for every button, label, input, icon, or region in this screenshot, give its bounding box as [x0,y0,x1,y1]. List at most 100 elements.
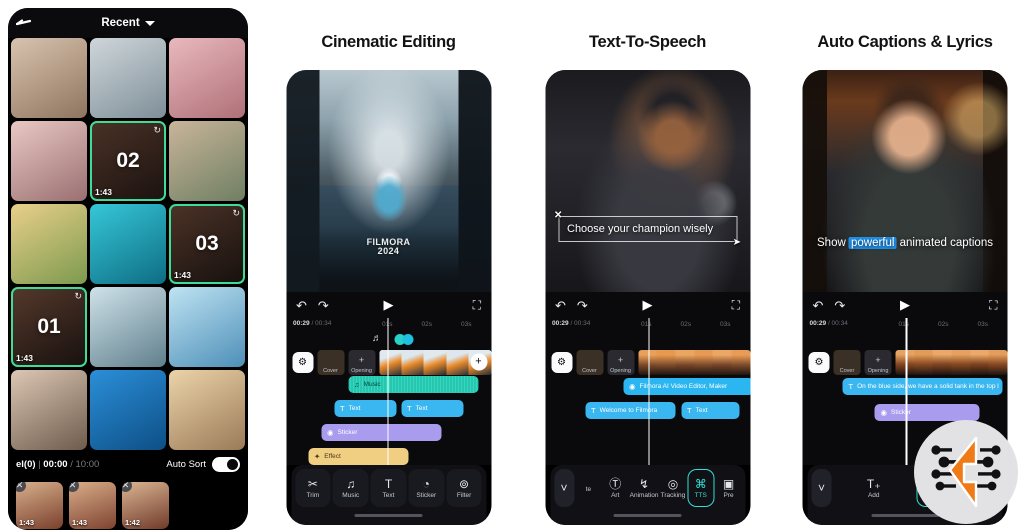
cinematic-timeline[interactable]: 00:29 / 00:34 01s02s03s04s ♬ ⚙ Cover + [286,318,491,465]
toolbar-item-cut[interactable]: te [576,469,601,507]
fullscreen-icon[interactable]: ⛶ [732,298,740,313]
gallery-item[interactable] [169,370,245,450]
toolbar-item-animation[interactable]: ↯ Animation [630,469,659,507]
redo-icon[interactable]: ↷ [318,299,329,312]
back-arrow-icon[interactable] [16,19,32,27]
video-filmstrip[interactable] [638,349,750,375]
ai-chip-logo-badge[interactable] [914,420,1018,524]
gallery-item[interactable] [11,121,87,201]
fullscreen-icon[interactable]: ⛶ [989,298,997,313]
auto-sort-label: Auto Sort [166,459,206,470]
gallery-item[interactable] [11,38,87,118]
gallery-current-duration: 00:00 [43,459,68,470]
gallery-item[interactable] [90,287,166,367]
opening-clip[interactable]: + Opening [607,349,634,375]
tts-phone: ✕ Choose your champion wisely ➤ ↶ ↷ ▶ ⛶ … [545,70,750,525]
ruler-tick: 01s [898,321,909,328]
timeline-clip-sticker[interactable]: ◉ Sticker [874,404,980,421]
redo-icon[interactable]: ↷ [577,299,588,312]
gallery-item[interactable] [90,38,166,118]
timeline-clip-tts[interactable]: ◉ Filmora AI Video Editor, Maker [623,378,750,395]
toolbar-item-tracking[interactable]: ◎ Tracking [661,469,686,507]
video-filmstrip[interactable] [895,349,1008,375]
toolbar-item-tts[interactable]: ⌘ TTS [687,469,715,507]
add-media-icon[interactable]: ⚙ [551,351,572,373]
gallery-grid: ↻ 02 1:43 ↻ 03 1:43 ↻ 01 1:43 [8,38,248,450]
toolbar-item-sticker[interactable]: ◔ Sticker [408,469,445,507]
redo-icon[interactable]: ↷ [834,299,845,312]
close-icon[interactable]: ✕ [16,482,26,492]
add-media-icon[interactable]: ⚙ [808,351,830,373]
close-icon[interactable]: ✕ [122,482,132,492]
clip-label: Sticker [337,429,358,436]
add-media-icon[interactable]: ⚙ [292,351,313,373]
opening-clip[interactable]: + Opening [864,349,892,375]
tts-timeline[interactable]: 00:29 / 00:34 01s02s03s04s ⚙ Cover + Ope… [545,318,750,465]
gallery-item-duration: 1:43 [16,353,34,363]
cover-clip[interactable]: Cover [833,349,861,375]
opening-clip[interactable]: + Opening [348,349,375,375]
undo-icon[interactable]: ↶ [555,299,566,312]
filmora-watermark: FILMORA 2024 [367,237,411,257]
gallery-item[interactable] [11,204,87,284]
selected-clip-thumb[interactable]: ✕ 1:43 [16,482,63,529]
auto-sort-toggle[interactable] [212,457,240,472]
preset-icon: ▣ [722,476,735,491]
play-icon[interactable]: ▶ [900,297,910,313]
toolbar-item-music[interactable]: ♫ Music [332,469,369,507]
auto-sort-control[interactable]: Auto Sort [166,457,240,472]
timeline-clip-music[interactable]: ♫Music [348,376,478,393]
close-icon[interactable]: ✕ [69,482,79,492]
close-icon[interactable]: ✕ [554,210,562,221]
home-indicator [550,511,745,525]
tts-preview[interactable]: ✕ Choose your champion wisely ➤ [545,70,750,292]
timeline-clip-text[interactable]: T On the blue side, we have a solid tank … [842,378,1003,395]
gallery-item[interactable]: ↻ 03 1:43 [169,204,245,284]
gallery-source-dropdown[interactable]: Recent [101,17,155,29]
timeline-clip-effect[interactable]: ✦ Effect [308,448,408,465]
cinematic-preview[interactable]: FILMORA 2024 [286,70,491,292]
undo-icon[interactable]: ↶ [813,299,824,312]
clip-label: Filmora AI Video Editor, Maker [639,383,728,390]
resize-handle-icon[interactable]: ➤ [733,237,741,248]
toolbar-item-trim[interactable]: ✂ Trim [295,469,331,507]
text-overlay-content: Choose your champion wisely [567,223,714,235]
gallery-item[interactable] [11,370,87,450]
timeline-clip-text[interactable]: T Text [401,400,463,417]
video-filmstrip[interactable]: + [379,349,491,375]
gallery-item[interactable]: ↻ 01 1:43 [11,287,87,367]
sparkle-icon: ✦ [314,452,321,461]
gallery-item[interactable] [169,121,245,201]
toolbar-item-filter[interactable]: ⊚ Filter [446,469,482,507]
gallery-item[interactable] [169,38,245,118]
toolbar-item-chevron[interactable]: ˅ [554,469,574,507]
fullscreen-icon[interactable]: ⛶ [473,298,481,313]
captions-preview[interactable]: Show powerful animated captions [802,70,1008,292]
toolbar-item-text[interactable]: T Text [370,469,407,507]
cover-clip[interactable]: Cover [576,349,603,375]
playhead[interactable] [387,318,389,465]
append-clip-button[interactable]: + [470,353,487,371]
cover-clip[interactable]: Cover [317,349,344,375]
text-overlay-box[interactable]: ✕ Choose your champion wisely ➤ [554,210,741,248]
selected-clip-thumb[interactable]: ✕ 1:43 [69,482,116,529]
timeline-clip-text[interactable]: T Text [681,402,739,419]
undo-icon[interactable]: ↶ [296,299,307,312]
selected-clip-thumb[interactable]: ✕ 1:42 [122,482,169,529]
toolbar-item-chevron[interactable]: ˅ [811,469,832,507]
chevron-down-icon [144,20,155,26]
toolbar-item-preset[interactable]: ▣ Pre [716,469,741,507]
gallery-item[interactable] [90,204,166,284]
gallery-item[interactable] [90,370,166,450]
gallery-item[interactable]: ↻ 02 1:43 [90,121,166,201]
playhead[interactable] [648,318,650,465]
play-icon[interactable]: ▶ [384,297,394,313]
timeline-clip-sticker[interactable]: ◉ Sticker [321,424,441,441]
playhead[interactable] [905,318,908,465]
toolbar-item-art[interactable]: Ⓣ Art [603,469,628,507]
gallery-item[interactable] [169,287,245,367]
plus-icon: + [358,354,365,365]
timeline-clip-text[interactable]: T Welcome to Filmora [585,402,675,419]
toolbar-item-add[interactable]: T₊ Add [834,469,915,507]
play-icon[interactable]: ▶ [643,297,653,313]
